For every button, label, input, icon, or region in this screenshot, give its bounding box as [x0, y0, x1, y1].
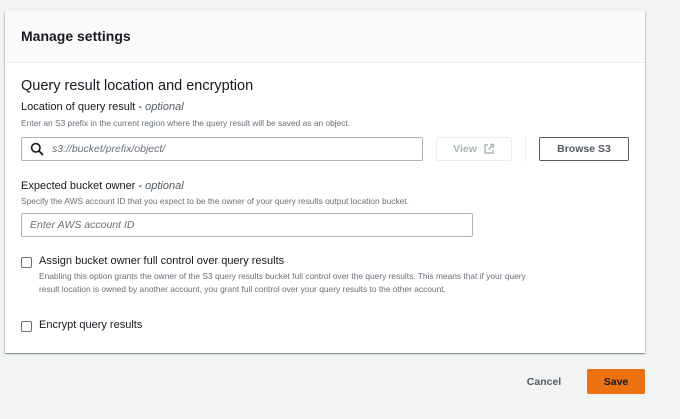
cancel-button[interactable]: Cancel: [514, 370, 574, 394]
full-control-checkbox[interactable]: [21, 257, 32, 268]
panel-header: Manage settings: [5, 11, 645, 63]
owner-label: Expected bucket owner - optional: [21, 180, 184, 192]
location-label: Location of query result - optional: [21, 101, 184, 113]
external-link-icon: [483, 143, 495, 155]
encrypt-checkbox[interactable]: [21, 321, 32, 332]
browse-s3-label: Browse S3: [557, 143, 611, 155]
search-icon: [30, 142, 44, 156]
owner-input[interactable]: Enter AWS account ID: [21, 213, 473, 237]
browse-s3-button[interactable]: Browse S3: [539, 137, 629, 161]
view-button[interactable]: View: [436, 137, 512, 161]
location-label-text: Location of query result -: [21, 101, 146, 113]
view-button-label: View: [453, 143, 477, 155]
full-control-description-line1: Enabling this option grants the owner of…: [39, 271, 526, 281]
panel-title: Manage settings: [21, 27, 131, 44]
location-input[interactable]: s3://bucket/prefix/object/: [21, 137, 423, 161]
full-control-label: Assign bucket owner full control over qu…: [39, 255, 285, 267]
encrypt-label: Encrypt query results: [39, 319, 143, 331]
manage-settings-panel: Manage settings Query result location an…: [5, 11, 645, 353]
save-button[interactable]: Save: [587, 369, 645, 394]
full-control-description: Enabling this option grants the owner of…: [39, 270, 629, 296]
location-label-optional: optional: [145, 101, 184, 113]
owner-description: Specify the AWS account ID that you expe…: [21, 196, 409, 206]
save-label: Save: [603, 375, 629, 388]
location-placeholder: s3://bucket/prefix/object/: [52, 143, 166, 155]
section-title: Query result location and encryption: [21, 78, 254, 94]
full-control-description-line2: result location is owned by another acco…: [39, 284, 446, 294]
owner-label-text: Expected bucket owner -: [21, 180, 146, 192]
location-description: Enter an S3 prefix in the current region…: [21, 118, 351, 128]
owner-label-optional: optional: [145, 180, 184, 192]
vertical-divider: [525, 137, 526, 162]
cancel-label: Cancel: [526, 376, 562, 388]
owner-placeholder: Enter AWS account ID: [30, 219, 135, 231]
